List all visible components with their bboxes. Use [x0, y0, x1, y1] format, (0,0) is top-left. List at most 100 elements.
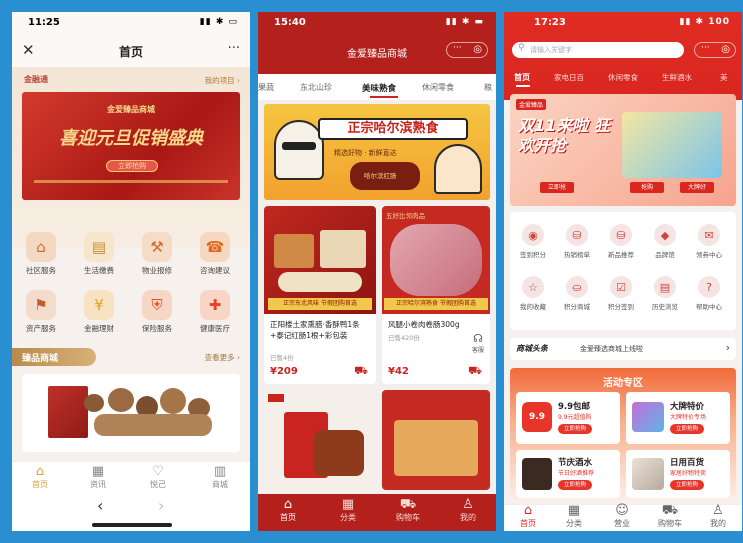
quick-favorite[interactable]: ☆ 我的收藏 [512, 276, 554, 311]
coupon-icon: ✉ [698, 224, 720, 246]
promo-banner[interactable]: 金爱臻品商城 喜迎元旦促销盛典 立即抢购 [22, 92, 240, 200]
activity-card[interactable]: 大牌特价 大牌特价专场 立即抢购 [626, 392, 730, 444]
service-community[interactable]: ⌂ 社区服务 [16, 232, 66, 276]
add-to-cart-icon[interactable]: ⛟ [354, 364, 368, 379]
add-to-cart-icon[interactable]: ⛟ [468, 364, 482, 379]
service-health[interactable]: ✚ 健康医疗 [190, 290, 240, 334]
forward-arrow-icon[interactable]: › [158, 496, 164, 515]
tab-cart[interactable]: ⛟ 购物车 [392, 498, 424, 523]
tab-home[interactable]: ⌂ 首页 [272, 498, 304, 523]
quick-brand[interactable]: ◆ 品牌馆 [644, 224, 686, 259]
tab-label: 营业 [614, 519, 630, 528]
quick-history[interactable]: ▤ 历史浏览 [644, 276, 686, 311]
status-icons: ▮▮ ✱ 100 [679, 17, 730, 27]
quick-new[interactable]: ⛁ 新品推荐 [600, 224, 642, 259]
service-repair[interactable]: ⚒ 物业报修 [132, 232, 182, 276]
capsule-menu[interactable]: ··· ◎ [446, 42, 488, 58]
product-ribbon: 正宗哈尔滨熟食 节假团购首选 [384, 298, 488, 310]
tab-category[interactable]: 果蔬 [258, 82, 274, 93]
tab-category[interactable]: 东北山珍 [300, 82, 332, 93]
business-icon: ☺ [615, 503, 629, 518]
activity-card[interactable]: 日用百货 家居好物特卖 立即抢购 [626, 450, 730, 498]
cart-icon: ⛟ [661, 503, 679, 518]
tab-category[interactable]: 美 [720, 72, 728, 83]
activity-subtitle: 9.9元超值购 [558, 414, 592, 421]
tab-business[interactable]: ☺ 营业 [604, 504, 640, 529]
tab-category[interactable]: 休闲零食 [422, 82, 454, 93]
close-circle-icon[interactable]: ◎ [473, 44, 482, 55]
products-collage-image [622, 112, 722, 178]
tab-category[interactable]: 休闲零食 [608, 72, 638, 83]
points-icon: ⛀ [566, 276, 588, 298]
tab-category[interactable]: 家电日百 [554, 72, 584, 83]
more-menu-button[interactable]: ··· [228, 41, 240, 56]
banner-slogan: 喜迎元旦促销盛典 [59, 128, 203, 149]
product-card[interactable]: 正宗东北风味 节假团购首选 正阳楼土家熏腊·香酥鸭1条+泰记红肠1根+彩包装 已… [264, 206, 376, 384]
more-menu-button[interactable]: ··· [701, 43, 710, 53]
customer-service-button[interactable]: ☊ 客服 [472, 332, 484, 354]
tab-label: 分类 [566, 519, 582, 528]
service-consult[interactable]: ☎ 咨询建议 [190, 232, 240, 276]
banner-chip[interactable]: 大牌好 [680, 182, 714, 193]
tab-home[interactable]: ⌂ 首页 [510, 504, 546, 529]
promo-banner[interactable]: 金爱臻品 双11来啦 狂欢开抢 立即抢 抢购 大牌好 [510, 94, 736, 206]
activity-button[interactable]: 立即抢购 [670, 480, 704, 490]
tab-news[interactable]: ▦ 资讯 [82, 465, 114, 490]
quick-label: 签到积分 [520, 251, 546, 259]
category-banner[interactable]: 正宗哈尔滨熟食 精选好物 · 新鲜直达 哈尔滨红肠 [264, 104, 490, 200]
activity-card[interactable]: 9.9 9.9包邮 9.9元超值购 立即抢购 [516, 392, 620, 444]
tab-profile[interactable]: ♙ 我的 [452, 498, 484, 523]
headline-bar[interactable]: 商城头条 金爱臻选商城上线啦 › [510, 338, 736, 360]
close-circle-icon[interactable]: ◎ [721, 44, 730, 55]
tab-category-active[interactable]: 首页 [514, 72, 530, 83]
quick-label: 新品推荐 [608, 251, 634, 259]
service-bill[interactable]: ▤ 生活缴费 [74, 232, 124, 276]
product-card[interactable] [264, 390, 376, 490]
search-input[interactable]: 请输入关键字 [530, 45, 572, 55]
quick-help[interactable]: ? 帮助中心 [688, 276, 730, 311]
tab-category-active[interactable]: 美味熟食 [362, 82, 396, 94]
activity-button[interactable]: 立即抢购 [670, 424, 704, 434]
activity-button[interactable]: 立即抢购 [558, 480, 592, 490]
tab-category[interactable]: 生鲜酒水 [662, 72, 692, 83]
see-more-link[interactable]: 查看更多 › [205, 352, 240, 363]
quick-hot[interactable]: ⛁ 热销榜单 [556, 224, 598, 259]
quick-points-mall[interactable]: ⛀ 积分商城 [556, 276, 598, 311]
active-tab-indicator [370, 96, 398, 98]
capsule-menu[interactable]: ··· ◎ [694, 42, 736, 58]
more-menu-button[interactable]: ··· [453, 43, 462, 53]
home-icon: ⌂ [35, 464, 45, 479]
tab-category[interactable]: 粮 [484, 82, 492, 93]
my-items-link[interactable]: 我的项目 › [205, 75, 240, 86]
activity-card[interactable]: 节庆酒水 节日好酒推荐 立即抢购 [516, 450, 620, 498]
back-arrow-icon[interactable]: ‹ [97, 496, 103, 515]
mall-logo: 金融通 [24, 75, 48, 84]
quick-coupon[interactable]: ✉ 领券中心 [688, 224, 730, 259]
tab-profile[interactable]: ♙ 我的 [700, 504, 736, 529]
quick-checkin[interactable]: ◉ 签到积分 [512, 224, 554, 259]
product-card[interactable]: 五好比邻肉品 正宗哈尔滨熟食 节假团购首选 风腿小卷肉卷肠300g 已售420份… [382, 206, 490, 384]
repair-icon: ⚒ [142, 232, 172, 262]
product-showcase[interactable] [22, 374, 240, 452]
service-asset[interactable]: ⚑ 资产服务 [16, 290, 66, 334]
search-bar[interactable]: ⚲ 请输入关键字 [512, 42, 684, 58]
service-finance[interactable]: ¥ 金融理财 [74, 290, 124, 334]
quick-label: 领券中心 [696, 251, 722, 259]
banner-chip[interactable]: 抢购 [630, 182, 664, 193]
tab-category[interactable]: ▦ 分类 [332, 498, 364, 523]
tab-cart[interactable]: ⛟ 购物车 [652, 504, 688, 529]
page-title: 首页 [118, 45, 143, 59]
finance-icon: ¥ [84, 290, 114, 320]
service-insurance[interactable]: ⛨ 保险服务 [132, 290, 182, 334]
banner-chip[interactable]: 立即抢 [540, 182, 574, 193]
tab-self[interactable]: ♡ 悦己 [142, 465, 174, 490]
quick-points-checkin[interactable]: ☑ 积分签到 [600, 276, 642, 311]
tab-mall[interactable]: ▥ 商城 [204, 465, 236, 490]
activity-title: 节庆酒水 [558, 458, 593, 468]
quick-label: 积分签到 [608, 303, 634, 311]
tab-category[interactable]: ▦ 分类 [556, 504, 592, 529]
tab-home[interactable]: ⌂ 首页 [24, 465, 56, 490]
banner-cta-button[interactable]: 立即抢购 [106, 160, 158, 172]
product-card[interactable] [382, 390, 490, 490]
activity-button[interactable]: 立即抢购 [558, 424, 592, 434]
